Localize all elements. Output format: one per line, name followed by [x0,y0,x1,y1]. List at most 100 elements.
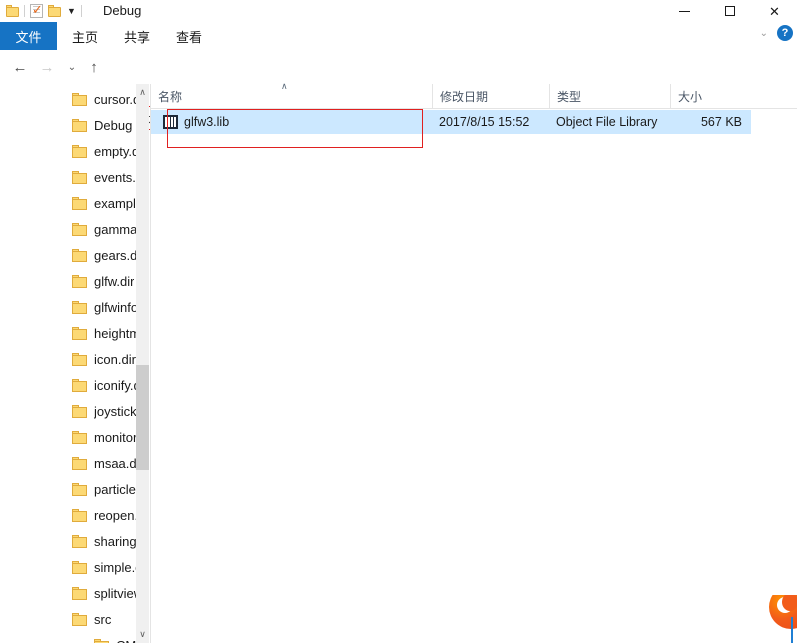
column-type-label: 类型 [557,89,582,104]
navigation-pane-scrollbar[interactable]: ∧ ∨ [136,84,149,643]
tree-item-label: sharing. [94,533,141,549]
folder-icon [72,508,87,522]
folder-icon[interactable] [6,5,19,17]
tab-view[interactable]: 查看 [166,22,212,50]
cell-type: Object File Library [556,115,658,129]
tree-item-sharing[interactable]: sharing. [0,528,149,554]
help-icon[interactable]: ? [777,25,793,41]
back-button[interactable]: ← [9,56,31,78]
folder-icon [72,482,87,496]
column-type[interactable]: 类型 [549,84,670,108]
column-header-row: 名称 ∧ 修改日期 类型 大小 [151,81,797,109]
tree-item-label: gears.di [94,247,141,263]
folder-icon [72,430,87,444]
tree-item-empty-d[interactable]: empty.d [0,138,149,164]
cell-date: 2017/8/15 15:52 [439,115,530,129]
toolbar-divider [24,5,25,17]
tree-item-heightm[interactable]: heightm [0,320,149,346]
forward-button[interactable]: → [36,56,58,78]
up-button[interactable]: ↑ [83,56,105,78]
folder-icon [72,456,87,470]
tree-item-label: monitor [94,429,138,445]
tree-item-simple-c[interactable]: simple.c [0,554,149,580]
tree-item-label: empty.d [94,143,140,159]
folder-icon [72,404,87,418]
tree-item-glfw-dir[interactable]: glfw.dir [0,268,149,294]
tree-item-label: cursor.d [94,91,141,107]
close-button[interactable]: ✕ [752,0,797,22]
browser-logo-icon[interactable] [755,595,797,643]
tree-item-monitor[interactable]: monitor [0,424,149,450]
ribbon-tab-bar: 文件 主页 共享 查看 ⌄ ? [0,22,797,52]
tree-item-msaa-di[interactable]: msaa.di [0,450,149,476]
tree-item-src[interactable]: src [0,606,149,632]
tree-item-label: glfw.dir [94,273,135,289]
tree-item-events-d[interactable]: events.d [0,164,149,190]
tree-item-label: iconify.d [94,377,141,393]
tree-item-cursor-d[interactable]: cursor.d [0,86,149,112]
tree-item-label: icon.dir [94,351,136,367]
sort-ascending-icon: ∧ [281,81,288,91]
tree-item-gears-di[interactable]: gears.di [0,242,149,268]
column-name[interactable]: 名称 ∧ [151,81,432,108]
tree-item-particles[interactable]: particles [0,476,149,502]
scroll-up-icon[interactable]: ∧ [136,84,149,101]
table-row[interactable]: glfw3.lib 2017/8/15 15:52 Object File Libr… [151,110,751,134]
recent-locations-button[interactable]: ⌄ [61,56,83,78]
tab-file[interactable]: 文件 [0,22,57,50]
tab-home[interactable]: 主页 [62,22,108,50]
folder-icon [72,560,87,574]
navigation-pane[interactable]: cursor.d Debug empty.d events.d example gamma… [0,84,149,643]
new-folder-icon[interactable] [48,5,61,17]
cell-size: 567 KB [700,115,742,129]
tree-item-glfwinfo[interactable]: glfwinfo [0,294,149,320]
folder-icon [72,586,87,600]
cell-name: glfw3.lib [184,115,230,129]
tree-item-label: msaa.di [94,455,140,471]
folder-icon [72,352,87,366]
toolbar-divider-2 [80,5,82,17]
folder-icon [72,378,87,392]
folder-icon [72,534,87,548]
title-bar: ▼ Debug ✕ [0,0,797,22]
column-date-label: 修改日期 [440,89,489,104]
folder-icon [72,92,87,106]
folder-icon [72,248,87,262]
properties-icon[interactable] [30,2,43,18]
scroll-down-icon[interactable]: ∨ [136,626,149,643]
column-date[interactable]: 修改日期 [432,84,549,108]
column-name-label: 名称 [158,89,183,104]
library-file-icon [163,115,178,129]
tree-item-iconify-d[interactable]: iconify.d [0,372,149,398]
tree-item-reopen[interactable]: reopen. [0,502,149,528]
tree-item-splitview[interactable]: splitview [0,580,149,606]
tree-item-label: glfwinfo [94,299,139,315]
column-size[interactable]: 大小 [670,84,752,108]
file-list-pane[interactable]: 名称 ∧ 修改日期 类型 大小 glfw3.lib 2017/8/15 15:52 Obje… [150,81,797,643]
address-bar: ← → ⌄ ↑ « 本地磁盘 (D:) › OpenGL › GLAD › gl… [0,51,797,130]
folder-icon [72,612,87,626]
tree-item-cmake[interactable]: CMake [0,632,149,643]
tree-item-debug[interactable]: Debug [0,112,149,138]
folder-icon [72,196,87,210]
folder-icon [94,638,109,643]
tree-item-label: simple.c [94,559,142,575]
tree-item-gamma[interactable]: gamma. [0,216,149,242]
folder-icon [72,144,87,158]
tree-item-label: Debug [94,117,133,133]
tree-item-icon-dir[interactable]: icon.dir [0,346,149,372]
tree-item-joysticks[interactable]: joysticks [0,398,149,424]
tree-item-label: heightm [94,325,141,341]
folder-icon [72,222,87,236]
minimize-button[interactable] [662,0,707,22]
ribbon-right-controls: ⌄ ? [760,25,793,41]
tree-item-label: reopen. [94,507,139,523]
quick-access-toolbar: ▼ [6,2,82,20]
maximize-button[interactable] [707,0,752,22]
chevron-down-icon[interactable]: ⌄ [760,28,768,39]
tab-share[interactable]: 共享 [114,22,160,50]
chevron-down-icon[interactable]: ▼ [67,6,76,16]
folder-icon [72,118,87,132]
tree-item-example[interactable]: example [0,190,149,216]
scrollbar-thumb[interactable] [136,365,149,470]
